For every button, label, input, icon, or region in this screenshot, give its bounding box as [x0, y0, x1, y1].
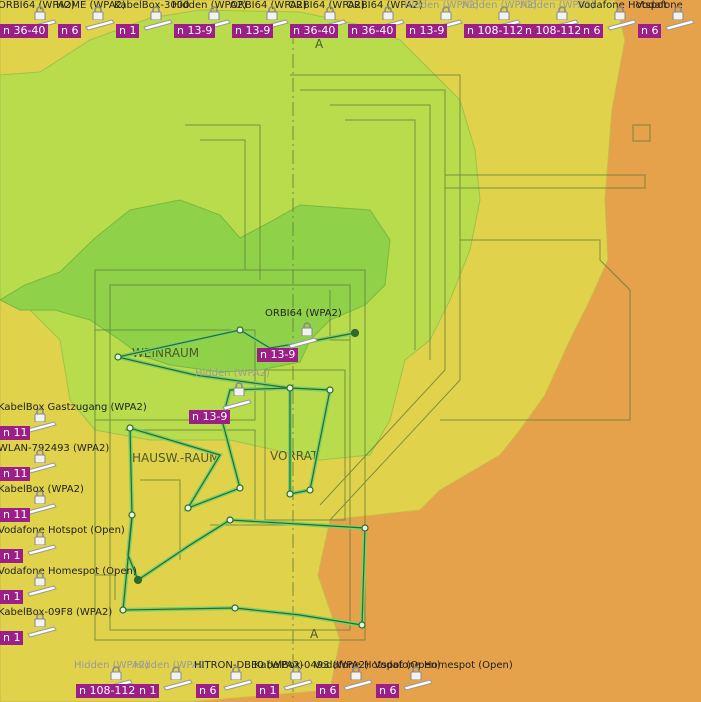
channel-badge: n 13-9	[174, 24, 216, 38]
channel-badge: n 36-40	[348, 24, 397, 38]
ap-label: Vodafone Homespot (Open)	[0, 566, 137, 577]
channel-badge: n 13-9	[232, 24, 274, 38]
router-icon	[222, 399, 252, 411]
channel-badge: n 13-9	[406, 24, 448, 38]
access-point[interactable]: KabelBox-3000 n 1	[114, 0, 189, 42]
channel-badge: n 6	[638, 24, 662, 38]
room-label-hausw-raum: HAUSW.-RAUM	[132, 451, 219, 465]
room-label-vorrat: VORRAT	[270, 449, 319, 463]
router-icon	[163, 679, 193, 691]
channel-badge: n 6	[58, 24, 82, 38]
ap-label: Hidden (WPA2)	[195, 368, 270, 379]
channel-badge: n 1	[256, 684, 280, 698]
channel-badge: n 13-9	[189, 410, 231, 424]
router-icon	[27, 503, 57, 515]
router-icon	[27, 462, 57, 474]
router-icon	[27, 626, 57, 638]
channel-badge: n 6	[196, 684, 220, 698]
access-point[interactable]: KabelBox-0493 (WPA2) n 1	[254, 660, 369, 702]
ap-label: Vodafone Homespot (Open)	[374, 660, 513, 671]
heatmap-floorplan[interactable]: WEINRAUM HAUSW.-RAUM VORRAT A A	[0, 0, 701, 702]
ap-label: KabelBox-09F8 (WPA2)	[0, 607, 113, 618]
access-point[interactable]: Hidden (WPA2) n 1	[134, 660, 209, 702]
channel-badge: n 36-40	[290, 24, 339, 38]
access-point[interactable]: KabelBox Gastzugang (WPA2) n 11	[0, 402, 147, 444]
access-point[interactable]: Hidden (WPA2) n 13-9	[404, 0, 479, 42]
access-point[interactable]: WLAN-792493 (WPA2) n 11	[0, 443, 109, 485]
channel-badge: n 13-9	[257, 348, 299, 362]
access-point-orbi64-center[interactable]: ORBI64 (WPA2) n 13-9	[257, 308, 342, 362]
access-point[interactable]: HOME (WPA2) n 6	[56, 0, 126, 42]
channel-badge: n 1	[116, 24, 140, 38]
router-icon	[283, 679, 313, 691]
access-point[interactable]: Hidden (WPA2) n 108-112	[74, 660, 149, 702]
ap-label: ORBI64 (WPA2)	[265, 308, 342, 319]
channel-badge: n 108-112	[522, 24, 585, 38]
access-point[interactable]: ORBI64 (WPA2) n 36-40	[346, 0, 423, 42]
channel-badge: n 108-112	[76, 684, 139, 698]
router-icon	[27, 544, 57, 556]
ap-label: WLAN-792493 (WPA2)	[0, 443, 110, 454]
access-point[interactable]: ORBI64 (WPA2) n 36-40	[288, 0, 365, 42]
ap-label: KabelBox Gastzugang (WPA2)	[0, 402, 147, 413]
access-point[interactable]: Hidden (WPA2) n 108-112	[462, 0, 537, 42]
channel-badge: n 6	[316, 684, 340, 698]
access-point[interactable]: Vodafone Homespot (Open) n 1	[0, 566, 137, 608]
router-icon	[343, 679, 373, 691]
access-point[interactable]: KabelBox-09F8 (WPA2) n 1	[0, 607, 112, 649]
access-point[interactable]: Vodafone Hotspot (Open) n 6	[314, 660, 441, 702]
access-point[interactable]: Vodafone Hotspot n 6	[578, 0, 667, 42]
channel-badge: n 108-112	[464, 24, 527, 38]
channel-badge: n 1	[0, 549, 24, 563]
lock-icon	[301, 322, 313, 336]
access-point[interactable]: Vodafone Hotspot (Open) n 1	[0, 525, 125, 567]
channel-badge: n 6	[376, 684, 400, 698]
access-point[interactable]: Vodafone n 6	[636, 0, 695, 42]
router-icon	[665, 19, 695, 31]
access-point[interactable]: KabelBox (WPA2) n 11	[0, 484, 84, 526]
channel-badge: n 36-40	[0, 24, 49, 38]
channel-badge: n 11	[0, 508, 31, 522]
channel-badge: n 1	[0, 590, 24, 604]
access-point[interactable]: Vodafone Homespot (Open) n 6	[374, 660, 513, 702]
channel-badge: n 11	[0, 426, 31, 440]
access-point-hidden-center[interactable]: Hidden (WPA2) n 13-9	[189, 368, 270, 424]
ap-label: Vodafone Hotspot (Open)	[0, 525, 125, 536]
access-point[interactable]: ORBI64 (WPA2) n 36-40	[0, 0, 75, 42]
router-icon	[27, 585, 57, 597]
lock-icon	[233, 382, 245, 396]
access-point[interactable]: HITRON-DBE0 (WPA2) n 6	[194, 660, 303, 702]
router-icon	[27, 421, 57, 433]
channel-badge: n 6	[580, 24, 604, 38]
channel-badge: n 1	[136, 684, 160, 698]
router-icon	[85, 19, 115, 31]
router-icon	[607, 19, 637, 31]
access-point[interactable]: Hidden (WPA2) n 13-9	[172, 0, 247, 42]
router-icon	[223, 679, 253, 691]
channel-badge: n 11	[0, 467, 31, 481]
router-icon	[288, 337, 318, 349]
channel-badge: n 1	[0, 631, 24, 645]
access-point[interactable]: ORBI64 (WPA2) n 13-9	[230, 0, 307, 42]
router-icon	[143, 19, 173, 31]
router-icon	[403, 679, 433, 691]
axis-label-bottom: A	[310, 627, 319, 641]
access-point[interactable]: Hidden (WPA2) n 108-112	[520, 0, 595, 42]
